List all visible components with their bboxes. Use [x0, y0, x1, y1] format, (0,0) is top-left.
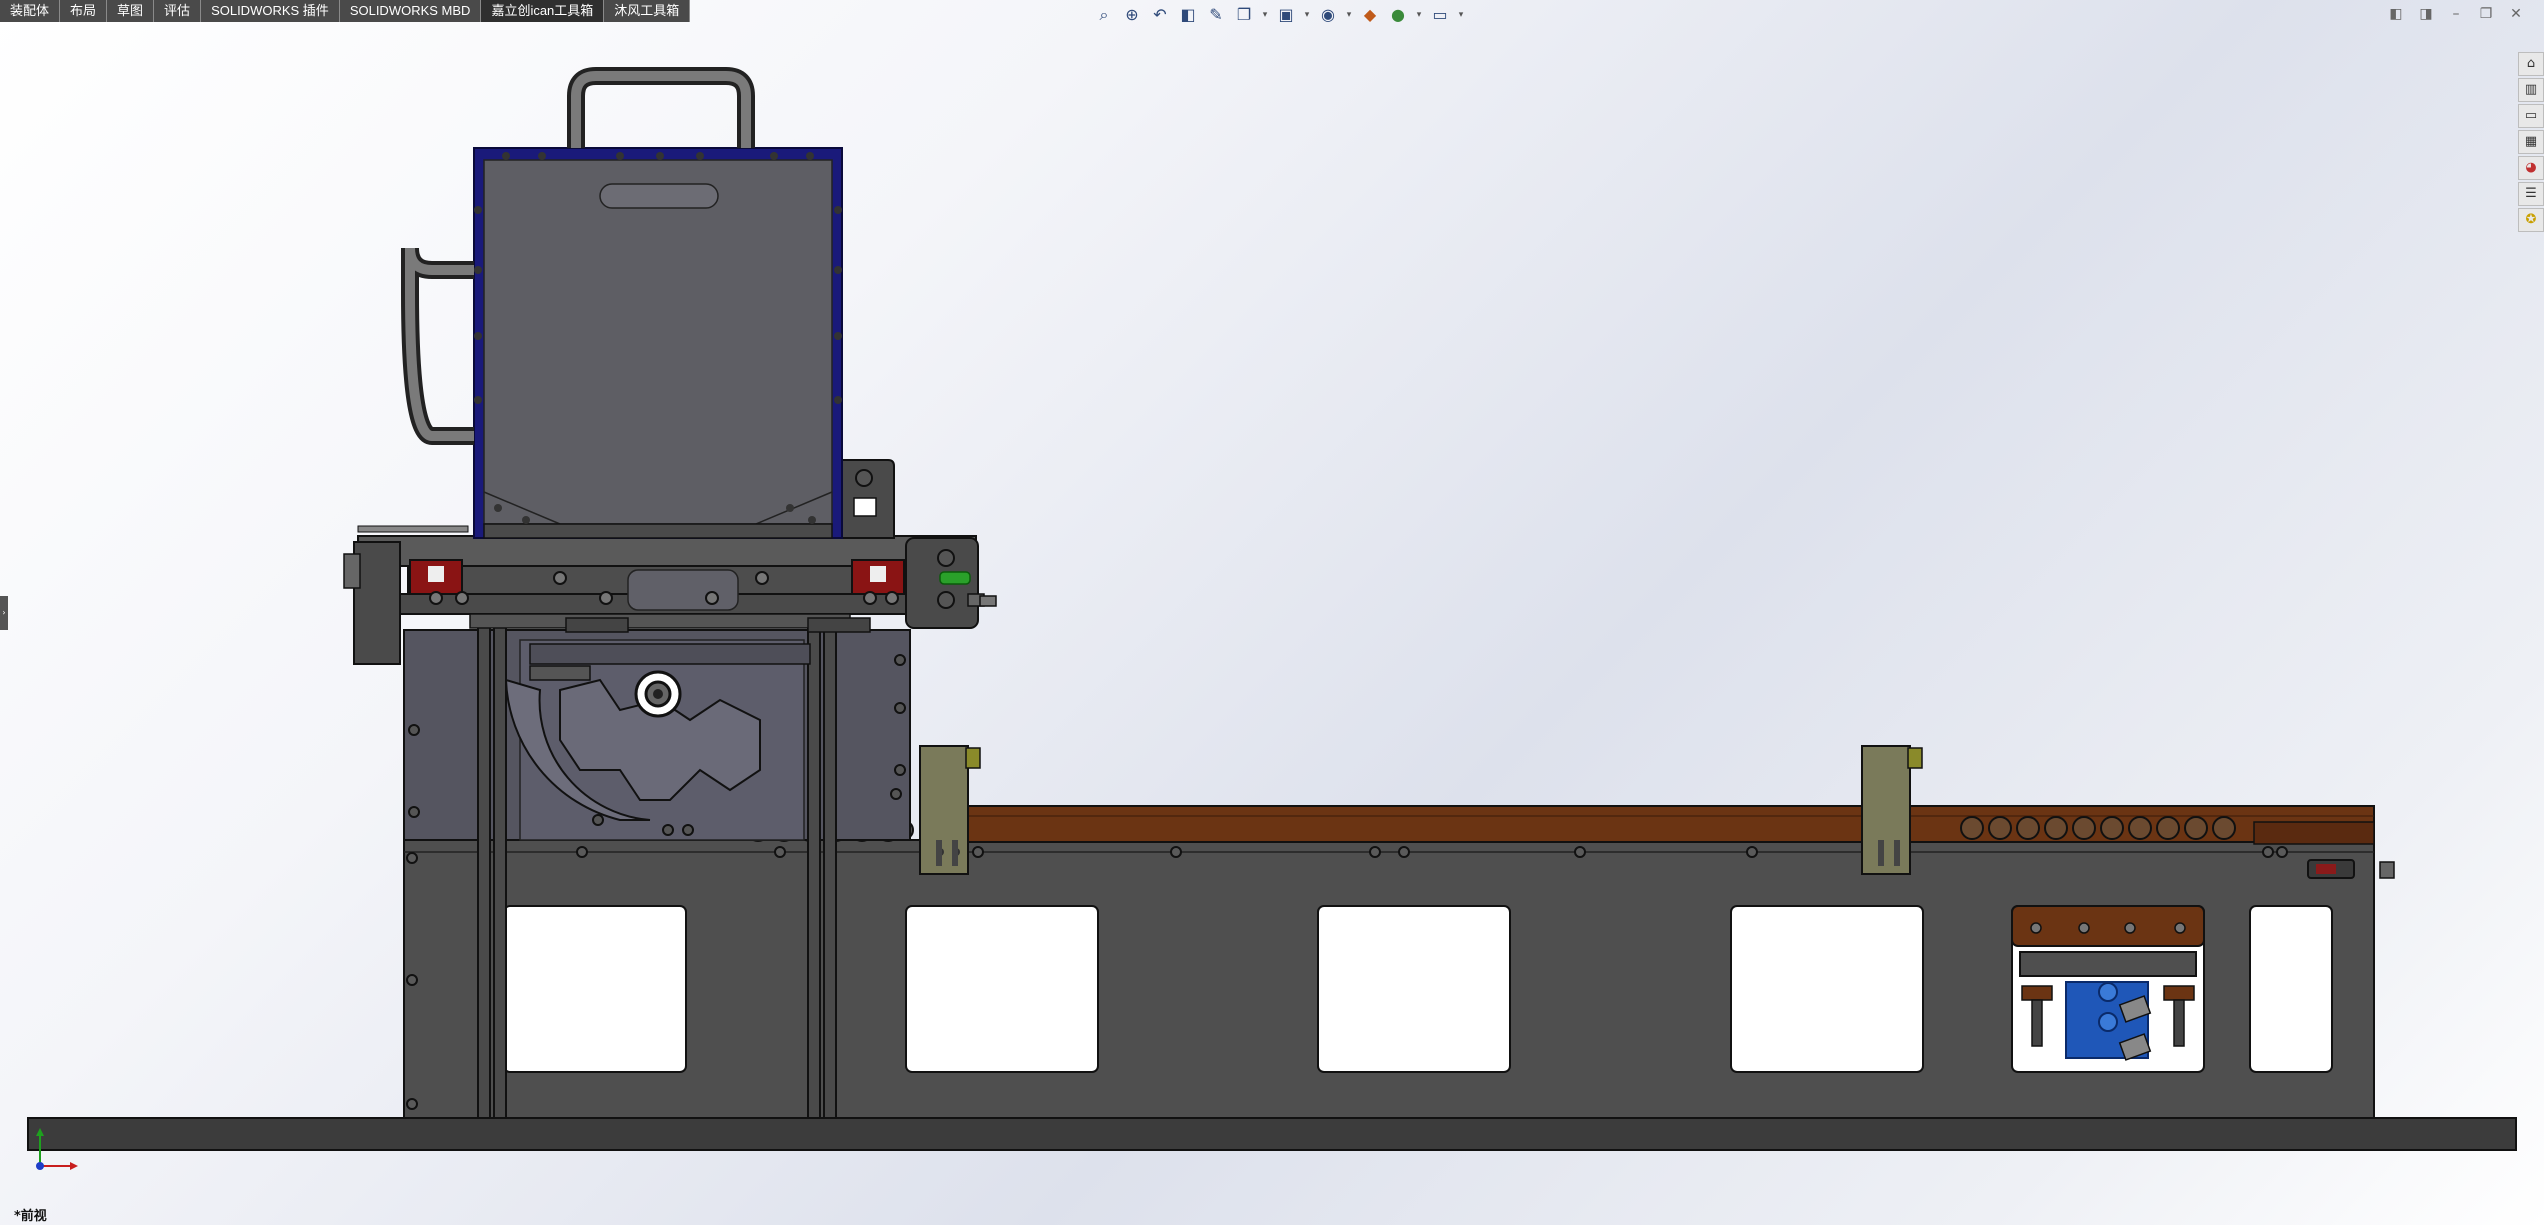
command-manager-tabs: 装配体 布局 草图 评估 SOLIDWORKS 插件 SOLIDWORKS MB… [0, 0, 691, 22]
hopper-handle-top [567, 67, 755, 148]
guide-rod [357, 525, 469, 533]
tab-layout[interactable]: 布局 [60, 0, 108, 22]
tab-solidworks-addins[interactable]: SOLIDWORKS 插件 [201, 0, 340, 22]
main-frame [403, 839, 2375, 1119]
tab-assembly[interactable]: 装配体 [0, 0, 61, 22]
tab-mufeng-toolbox[interactable]: 沐风工具箱 [604, 0, 691, 22]
tab-evaluate[interactable]: 评估 [154, 0, 202, 22]
base-plate [27, 1117, 2517, 1151]
hopper-handle-side [401, 247, 474, 445]
conveyor-belt [746, 805, 2375, 845]
tab-sketch[interactable]: 草图 [107, 0, 155, 22]
tab-jialichuang-ican-toolbox[interactable]: 嘉立创ican工具箱 [481, 0, 605, 22]
valve-block [905, 537, 997, 629]
tab-solidworks-mbd[interactable]: SOLIDWORKS MBD [339, 0, 482, 22]
side-sensor [2307, 859, 2395, 879]
view-orientation-label: *前视 [14, 1209, 47, 1224]
graphics-viewport[interactable] [0, 0, 2544, 1225]
sensor-bracket [841, 459, 895, 539]
hopper-box [473, 147, 843, 539]
